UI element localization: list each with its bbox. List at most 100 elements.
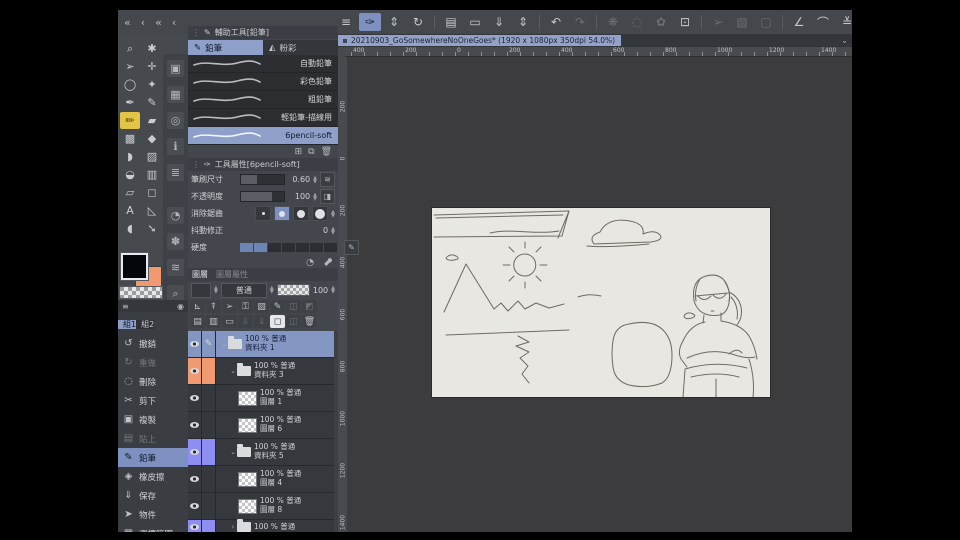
new-vector-layer-button[interactable]: ▥ — [206, 315, 221, 328]
quick-access-tab[interactable]: 組1 — [118, 320, 137, 329]
hardness-segment-2[interactable] — [268, 243, 282, 252]
correct-line-tool[interactable]: ➘ — [142, 220, 162, 237]
antialias-middle-button[interactable] — [293, 206, 310, 221]
reset-display-button[interactable]: ↻ — [407, 13, 429, 31]
layer-edit-cell[interactable] — [202, 358, 216, 384]
layer-opacity-slider[interactable] — [276, 284, 310, 296]
dock-collapse-icon-2[interactable]: « — [155, 16, 162, 29]
lock-layer-button[interactable]: ⚿ — [238, 300, 253, 313]
material-panel-icon[interactable]: ✽ — [167, 233, 184, 250]
dock-collapse-icon-0[interactable]: « — [124, 16, 131, 29]
hardness-segment-3[interactable] — [282, 243, 296, 252]
brush-size-slider[interactable] — [240, 174, 286, 185]
tool-switch-button[interactable]: ✑ — [359, 13, 381, 31]
save-file-button[interactable]: ⇓ — [488, 13, 510, 31]
layer-visibility-cell[interactable] — [188, 520, 202, 532]
layer-name[interactable]: 圖層 8 — [260, 505, 301, 515]
figure-tool[interactable]: ▱ — [120, 184, 140, 201]
selection-frame-button[interactable]: ▢ — [755, 13, 777, 31]
layer-visibility-cell[interactable] — [188, 412, 202, 438]
layer-visibility-cell[interactable] — [188, 439, 202, 465]
eye-icon[interactable] — [190, 524, 199, 530]
brush-item[interactable]: 粗鉛筆 — [188, 91, 338, 109]
timeline-panel-icon[interactable]: ≣ — [167, 164, 184, 181]
layer-row[interactable]: ⌄ 100 % 普通 資料夾 5 — [188, 439, 338, 466]
brush-item[interactable]: 自動鉛筆 — [188, 55, 338, 73]
item-bank-panel-icon[interactable]: ◎ — [167, 112, 184, 129]
create-subtool-icon[interactable]: ⊞ — [295, 147, 303, 157]
new-raster-layer-button[interactable]: ▤ — [190, 315, 205, 328]
stabilization-value[interactable]: 0 — [306, 226, 328, 235]
snap-to-special-ruler-button[interactable]: ⌒ — [812, 13, 834, 31]
eye-icon[interactable] — [190, 503, 199, 509]
layer-thumbnail[interactable] — [238, 417, 257, 433]
delete-layer-button[interactable]: 🗑 — [302, 315, 317, 328]
blend-mode-select[interactable]: 普通 — [220, 282, 267, 298]
antialias-strong-button[interactable] — [312, 206, 329, 221]
transfer-down-button[interactable]: ⇩ — [238, 315, 253, 328]
quick-access-eraser[interactable]: ◈ 橡皮擦 — [118, 467, 188, 486]
layer-opacity-value[interactable]: 100 — [313, 286, 328, 295]
layer-edit-cell[interactable] — [202, 520, 216, 532]
layer-edit-cell[interactable] — [202, 412, 216, 438]
layer-visibility-cell[interactable] — [188, 331, 202, 357]
filter-button[interactable]: ❋ — [602, 13, 624, 31]
main-menu-button[interactable]: ≡ — [335, 13, 357, 31]
airbrush-tool[interactable]: ▩ — [120, 130, 140, 147]
layer-visibility-cell[interactable] — [188, 466, 202, 492]
quick-access-delete[interactable]: ◌ 刪除 — [118, 372, 188, 391]
draft-layer-button[interactable]: ✎ — [270, 300, 285, 313]
layer-opacity-spinner[interactable]: ▲ ▼ — [331, 286, 335, 295]
subtool-tab-鉛筆[interactable]: ✎ 鉛筆 — [188, 40, 263, 55]
eye-icon[interactable] — [190, 395, 199, 401]
information-panel-icon[interactable]: ℹ — [167, 138, 184, 155]
brush-size-value[interactable]: 0.60 — [288, 175, 310, 184]
delete-subtool-icon[interactable]: 🗑 — [321, 147, 332, 157]
layer-thumbnail[interactable] — [238, 498, 257, 514]
hardness-settings-button[interactable]: ✎ — [344, 240, 359, 255]
layer-row[interactable]: › 100 % 普通 — [188, 519, 338, 532]
opacity-dynamics-button[interactable]: ◨ — [320, 189, 335, 204]
crop-button[interactable]: ⊡ — [674, 13, 696, 31]
quick-access-pencil[interactable]: ✎ 鉛筆 — [118, 448, 188, 467]
document-tab[interactable]: 20210903_GoSomewhereNoOneGoes* (1920 x 1… — [337, 35, 622, 46]
eye-icon[interactable] — [190, 476, 199, 482]
tool-prev-next-button[interactable]: ⇕ — [383, 13, 405, 31]
navigator-panel-icon[interactable]: ▣ — [167, 60, 184, 77]
layer-row[interactable]: 100 % 普通 圖層 4 — [188, 466, 338, 493]
operation-tool[interactable]: ➢ — [120, 58, 140, 75]
hand-tool[interactable]: ✱ — [142, 40, 162, 57]
folder-expand-chevron[interactable]: › — [229, 523, 237, 531]
quick-access-menu-icon[interactable]: ≡ — [122, 302, 129, 311]
antialias-spinner[interactable]: ▲ ▼ — [331, 209, 335, 218]
opacity-slider[interactable] — [240, 191, 286, 202]
antialias-weak-button[interactable] — [274, 206, 291, 221]
reference-layer-button[interactable]: ⍒ — [206, 300, 221, 313]
layer-search-panel-icon[interactable]: ≋ — [167, 259, 184, 276]
ruler-tool[interactable]: ◺ — [142, 202, 162, 219]
layer-row[interactable]: ✎ ⌄ 100 % 普通 資料夾 1 — [188, 331, 338, 358]
decorate-button[interactable]: ✿ — [650, 13, 672, 31]
transparent-color-swatch[interactable] — [119, 286, 163, 299]
hardness-segments[interactable] — [240, 243, 338, 252]
pen-tool[interactable]: ✒ — [120, 94, 140, 111]
deselect-button[interactable]: ➢ — [707, 13, 729, 31]
balloon-tool[interactable]: ◖ — [120, 220, 140, 237]
hardness-segment-1[interactable] — [254, 243, 268, 252]
layer-visibility-cell[interactable] — [188, 385, 202, 411]
duplicate-subtool-icon[interactable]: ⧉ — [308, 147, 314, 157]
stabilization-spinner[interactable]: ▲ ▼ — [331, 226, 335, 235]
layer-edit-cell[interactable] — [202, 439, 216, 465]
subtool-tab-粉彩[interactable]: ◭ 粉彩 — [263, 40, 338, 55]
redo-button[interactable]: ↷ — [569, 13, 591, 31]
eye-icon[interactable] — [190, 449, 199, 455]
reset-tool-property-button[interactable]: ◔ — [306, 258, 314, 268]
layer-list-scrollbar[interactable] — [334, 331, 338, 532]
layer-row[interactable]: 100 % 普通 圖層 1 — [188, 385, 338, 412]
canvas-viewport[interactable] — [347, 57, 852, 532]
eraser-tool[interactable]: ◒ — [120, 166, 140, 183]
quick-access-cut[interactable]: ✂ 剪下 — [118, 391, 188, 410]
folder-expand-chevron[interactable]: ⌄ — [229, 448, 237, 456]
frame-border-tool[interactable]: ◻ — [142, 184, 162, 201]
opacity-value[interactable]: 100 — [288, 192, 310, 201]
